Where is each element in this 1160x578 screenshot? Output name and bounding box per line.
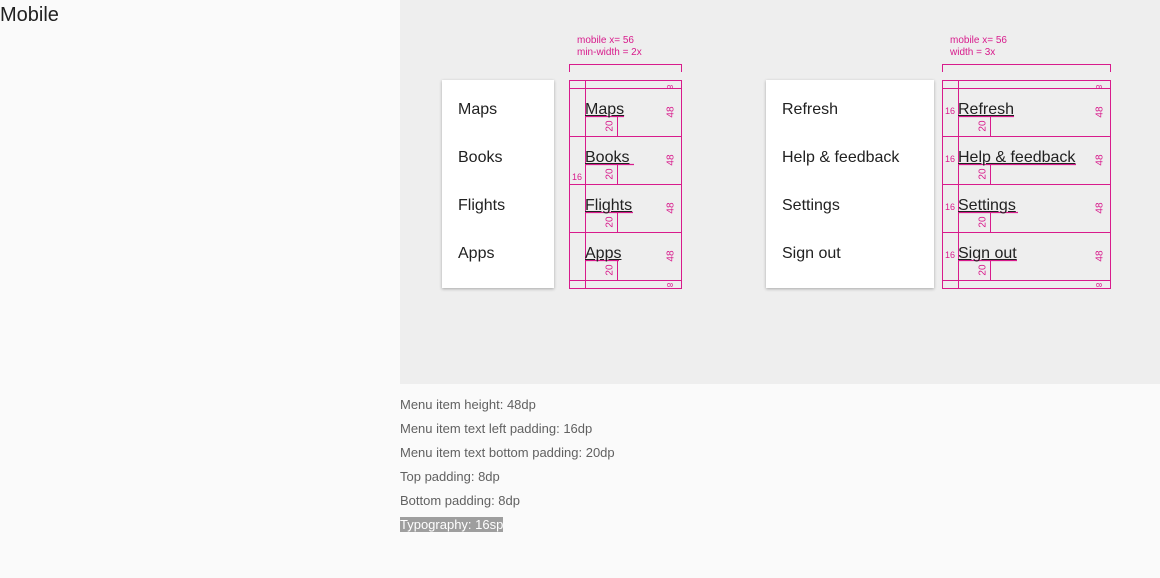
right-spec-left-3: 16 [945, 202, 956, 212]
right-spec-left-1: 16 [945, 106, 956, 116]
left-spec-height-4: 48 [665, 250, 677, 262]
spec-stage: Maps Books Flights Apps mobile x= 56 min… [400, 0, 1160, 384]
left-spec-left-padding: 16 [572, 172, 583, 182]
left-spec-height-1: 48 [665, 106, 677, 118]
note-item-height: Menu item height: 48dp [400, 397, 536, 412]
right-spec-top-padding: 8 [1094, 84, 1104, 90]
right-spec-item-sign-out: Sign out [958, 245, 1017, 262]
left-spec-bottom-padding: 8 [665, 282, 675, 288]
right-menu: Refresh Help & feedback Settings Sign ou… [766, 80, 934, 288]
right-spec-height-2: 48 [1094, 154, 1106, 166]
left-menu: Maps Books Flights Apps [442, 80, 554, 288]
note-typography: Typography: 16sp [400, 516, 615, 540]
menu-item-apps[interactable]: Apps [458, 245, 494, 263]
menu-item-refresh[interactable]: Refresh [782, 101, 838, 119]
left-spec-bottom-2: 20 [604, 168, 616, 180]
right-spec-left-4: 16 [945, 250, 956, 260]
right-spec-left-2: 16 [945, 154, 956, 164]
right-spec-height-1: 48 [1094, 106, 1106, 118]
left-spec-item-books: Books [585, 149, 630, 166]
spec-notes: Menu item height: 48dp Menu item text le… [400, 396, 615, 540]
left-spec-item-flights: Flights [585, 197, 633, 214]
left-spec-bottom-4: 20 [604, 264, 616, 276]
right-spec-bottom-padding: 8 [1094, 282, 1104, 288]
left-spec-top-padding: 8 [665, 84, 675, 90]
menu-item-flights[interactable]: Flights [458, 197, 505, 215]
right-spec-annotation-line2: width = 3x [950, 47, 996, 58]
left-spec-item-maps: Maps [585, 101, 625, 118]
right-spec-bottom-2: 20 [977, 168, 989, 180]
note-typography-text: Typography: 16sp [400, 517, 504, 532]
note-left-padding: Menu item text left padding: 16dp [400, 421, 593, 436]
menu-item-maps[interactable]: Maps [458, 101, 497, 119]
left-spec-bottom-1: 20 [604, 120, 616, 132]
right-spec-item-help-feedback: Help & feedback [958, 149, 1076, 166]
left-spec-annotation-line1: mobile x= 56 [577, 35, 634, 46]
right-spec-item-settings: Settings [958, 197, 1016, 214]
page-title: Mobile [0, 4, 59, 26]
left-spec-annotation-line2: min-width = 2x [577, 47, 642, 58]
right-spec-bottom-3: 20 [977, 216, 989, 228]
right-spec-height-4: 48 [1094, 250, 1106, 262]
left-spec-item-apps: Apps [585, 245, 622, 262]
menu-item-help-feedback[interactable]: Help & feedback [782, 149, 899, 167]
note-bottom-padding-menu: Bottom padding: 8dp [400, 493, 520, 508]
note-top-padding: Top padding: 8dp [400, 469, 500, 484]
menu-item-settings[interactable]: Settings [782, 197, 840, 215]
right-spec-bottom-1: 20 [977, 120, 989, 132]
right-spec-item-refresh: Refresh [958, 101, 1015, 118]
right-spec-annotation-line1: mobile x= 56 [950, 35, 1007, 46]
menu-item-sign-out[interactable]: Sign out [782, 245, 841, 263]
note-bottom-padding: Menu item text bottom padding: 20dp [400, 445, 615, 460]
right-spec-bottom-4: 20 [977, 264, 989, 276]
right-spec-height-3: 48 [1094, 202, 1106, 214]
left-spec-height-3: 48 [665, 202, 677, 214]
left-spec-height-2: 48 [665, 154, 677, 166]
menu-item-books[interactable]: Books [458, 149, 502, 167]
left-spec-bottom-3: 20 [604, 216, 616, 228]
